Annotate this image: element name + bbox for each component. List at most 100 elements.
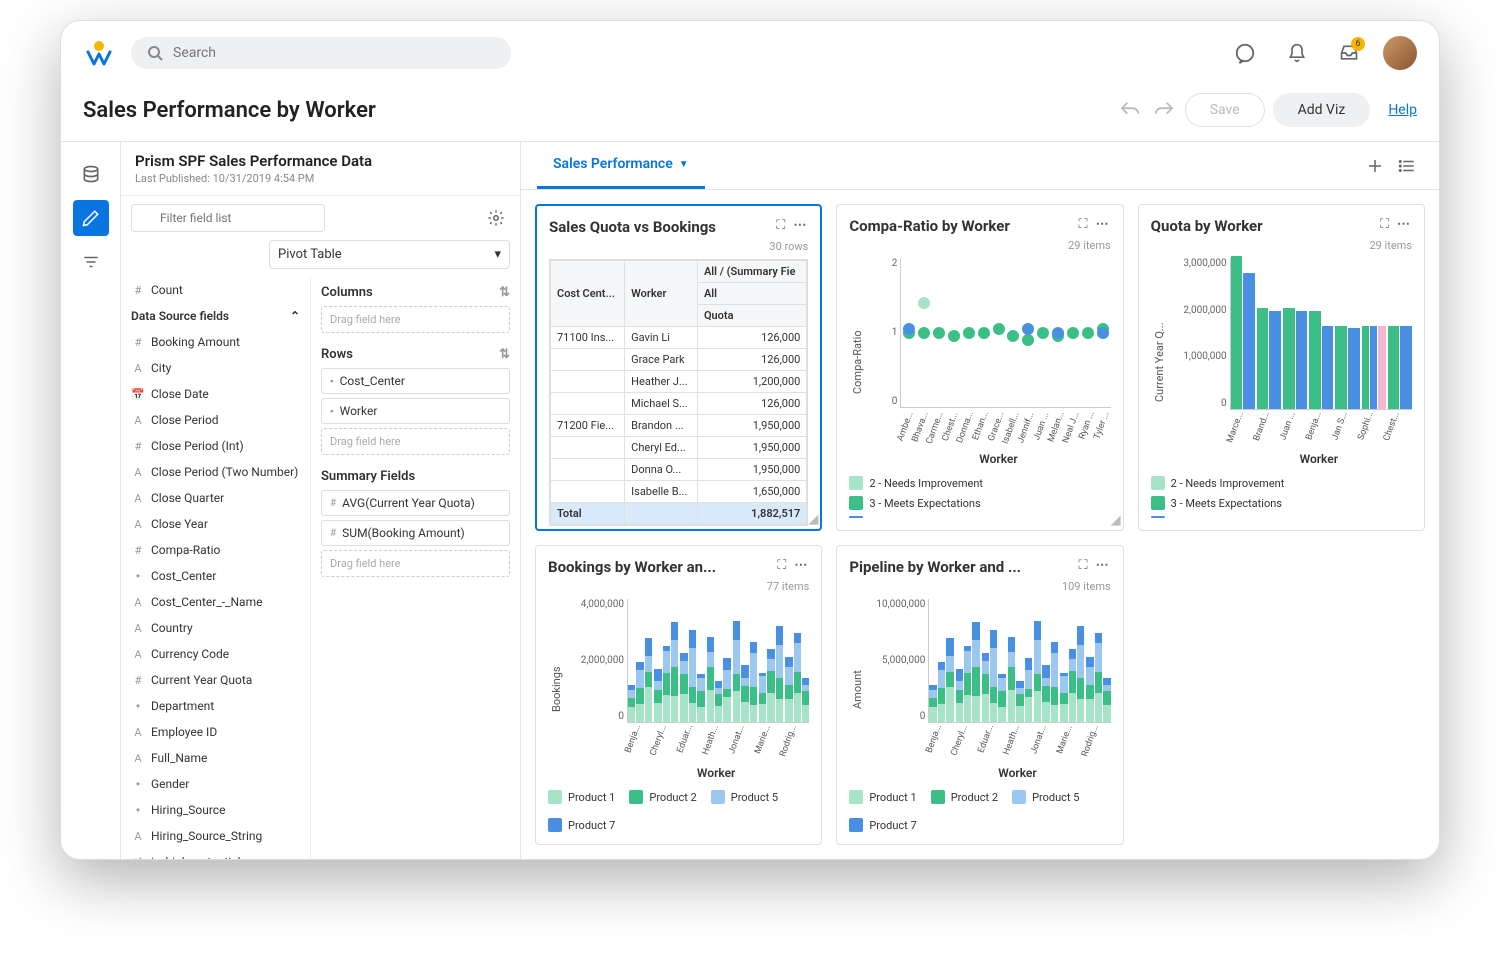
bar-group[interactable] [785, 599, 809, 722]
legend-item[interactable]: Product 7 [548, 818, 615, 832]
table-row[interactable]: Michael S...126,000 [551, 393, 807, 415]
notifications-icon[interactable] [1279, 35, 1315, 71]
legend-item[interactable]: 2 - Needs Improvement [1151, 476, 1412, 490]
field-settings-icon[interactable] [482, 204, 510, 232]
field-item[interactable]: AClose Period [121, 407, 310, 433]
field-item[interactable]: #Close Period (Int) [121, 433, 310, 459]
legend-item[interactable]: Product 7 [849, 818, 916, 832]
bar-group[interactable] [1257, 258, 1281, 409]
scatter-point[interactable] [918, 327, 930, 339]
card-pipeline-by-worker[interactable]: Pipeline by Worker and ... ⛶ ⋯ 109 items… [836, 545, 1123, 845]
rail-filter-icon[interactable] [73, 244, 109, 280]
bar-group[interactable] [680, 599, 704, 722]
resize-handle[interactable]: ◢ [808, 512, 818, 527]
summary-dropzone[interactable]: Drag field here [321, 550, 510, 577]
field-item[interactable]: AFull_Name [121, 745, 310, 771]
legend-item[interactable]: 3 - Meets Expectations [1151, 496, 1412, 510]
table-row[interactable]: Grace Park126,000 [551, 349, 807, 371]
bar-group[interactable] [1231, 258, 1255, 409]
field-count[interactable]: #Count [121, 277, 310, 303]
field-item[interactable]: #Compa-Ratio [121, 537, 310, 563]
sort-icon[interactable]: ⇅ [499, 347, 510, 362]
rail-data-icon[interactable] [73, 156, 109, 192]
field-item[interactable]: AClose Quarter [121, 485, 310, 511]
legend-item[interactable]: Product 5 [711, 790, 778, 804]
bar-group[interactable] [1008, 599, 1032, 722]
field-item[interactable]: AHiring_Source_String [121, 823, 310, 849]
table-row[interactable]: 71200 Fie...Brandon ...1,950,000 [551, 415, 807, 437]
bar-group[interactable] [956, 599, 980, 722]
bar-group[interactable] [1086, 599, 1110, 722]
scatter-point[interactable] [1067, 327, 1079, 339]
bar-group[interactable] [982, 599, 1006, 722]
scatter-point[interactable] [993, 323, 1005, 335]
field-item[interactable]: tfis_high_potential [121, 849, 310, 859]
card-menu-icon[interactable]: ⋯ [1096, 558, 1111, 573]
card-bookings-by-worker[interactable]: Bookings by Worker an... ⛶ ⋯ 77 items Bo… [535, 545, 822, 845]
table-row[interactable]: 71100 Ins...Gavin Li126,000 [551, 327, 807, 349]
legend-item[interactable] [849, 516, 1110, 518]
list-view-button[interactable] [1391, 150, 1423, 182]
bar-group[interactable] [654, 599, 678, 722]
field-item[interactable]: ⬩Department [121, 693, 310, 719]
bar-group[interactable] [1388, 258, 1412, 409]
expand-icon[interactable]: ⛶ [1079, 558, 1088, 573]
card-compa-ratio[interactable]: Compa-Ratio by Worker ⛶ ⋯ 29 items Compa… [836, 204, 1123, 531]
bar-group[interactable] [1034, 599, 1058, 722]
legend-item[interactable]: Product 2 [629, 790, 696, 804]
legend-item[interactable]: Product 5 [1012, 790, 1079, 804]
table-row[interactable]: Heather J...1,200,000 [551, 371, 807, 393]
filter-field-input[interactable] [131, 204, 325, 232]
scatter-point[interactable] [933, 327, 945, 339]
field-item[interactable]: ACost_Center_-_Name [121, 589, 310, 615]
scatter-point[interactable] [1052, 327, 1064, 339]
sort-icon[interactable]: ⇅ [499, 285, 510, 300]
save-button[interactable]: Save [1185, 93, 1265, 127]
scatter-point[interactable] [918, 297, 930, 309]
bar-group[interactable] [1362, 258, 1386, 409]
rows-dropzone[interactable]: Drag field here [321, 428, 510, 455]
scatter-point[interactable] [1082, 327, 1094, 339]
legend-item[interactable]: 2 - Needs Improvement [849, 476, 1110, 490]
scatter-point[interactable] [1022, 323, 1034, 335]
legend-item[interactable]: Product 2 [931, 790, 998, 804]
field-item[interactable]: 📅Close Date [121, 381, 310, 407]
user-avatar[interactable] [1383, 36, 1417, 70]
scatter-point[interactable] [903, 323, 915, 335]
card-menu-icon[interactable]: ⋯ [1397, 217, 1412, 232]
add-viz-button[interactable]: Add Viz [1273, 93, 1371, 127]
app-logo[interactable] [83, 37, 115, 69]
bar-group[interactable] [1335, 258, 1359, 409]
datasource-fields-section[interactable]: Data Source fields⌃ [121, 303, 310, 329]
bar-group[interactable] [1283, 258, 1307, 409]
legend-item[interactable]: Product 1 [548, 790, 615, 804]
row-chip-worker[interactable]: ⬩Worker [321, 398, 510, 424]
table-row[interactable]: Donna O...1,950,000 [551, 459, 807, 481]
expand-icon[interactable]: ⛶ [1380, 217, 1389, 232]
field-item[interactable]: ⬩Cost_Center [121, 563, 310, 589]
undo-button[interactable] [1113, 93, 1147, 127]
bar-group[interactable] [628, 599, 652, 722]
bar-group[interactable] [707, 599, 731, 722]
field-item[interactable]: ⬩Gender [121, 771, 310, 797]
tab-sales-performance[interactable]: Sales Performance ▼ [537, 142, 705, 189]
global-search[interactable] [131, 37, 511, 69]
scatter-point[interactable] [963, 327, 975, 339]
expand-icon[interactable]: ⛶ [776, 218, 785, 233]
card-quota-by-worker[interactable]: Quota by Worker ⛶ ⋯ 29 items Current Yea… [1138, 204, 1425, 531]
field-item[interactable]: #Booking Amount [121, 329, 310, 355]
help-link[interactable]: Help [1388, 102, 1417, 118]
bar-group[interactable] [759, 599, 783, 722]
expand-icon[interactable]: ⛶ [1079, 217, 1088, 232]
card-menu-icon[interactable]: ⋯ [793, 218, 808, 233]
bar-group[interactable] [929, 599, 953, 722]
scatter-point[interactable] [1022, 334, 1034, 346]
bar-group[interactable] [733, 599, 757, 722]
table-row[interactable]: Isabelle B...1,650,000 [551, 481, 807, 503]
bar-group[interactable] [1060, 599, 1084, 722]
field-item[interactable]: AClose Year [121, 511, 310, 537]
row-chip-cost-center[interactable]: ⬩Cost_Center [321, 368, 510, 394]
card-menu-icon[interactable]: ⋯ [1096, 217, 1111, 232]
field-item[interactable]: ACurrency Code [121, 641, 310, 667]
scatter-point[interactable] [1097, 327, 1109, 339]
